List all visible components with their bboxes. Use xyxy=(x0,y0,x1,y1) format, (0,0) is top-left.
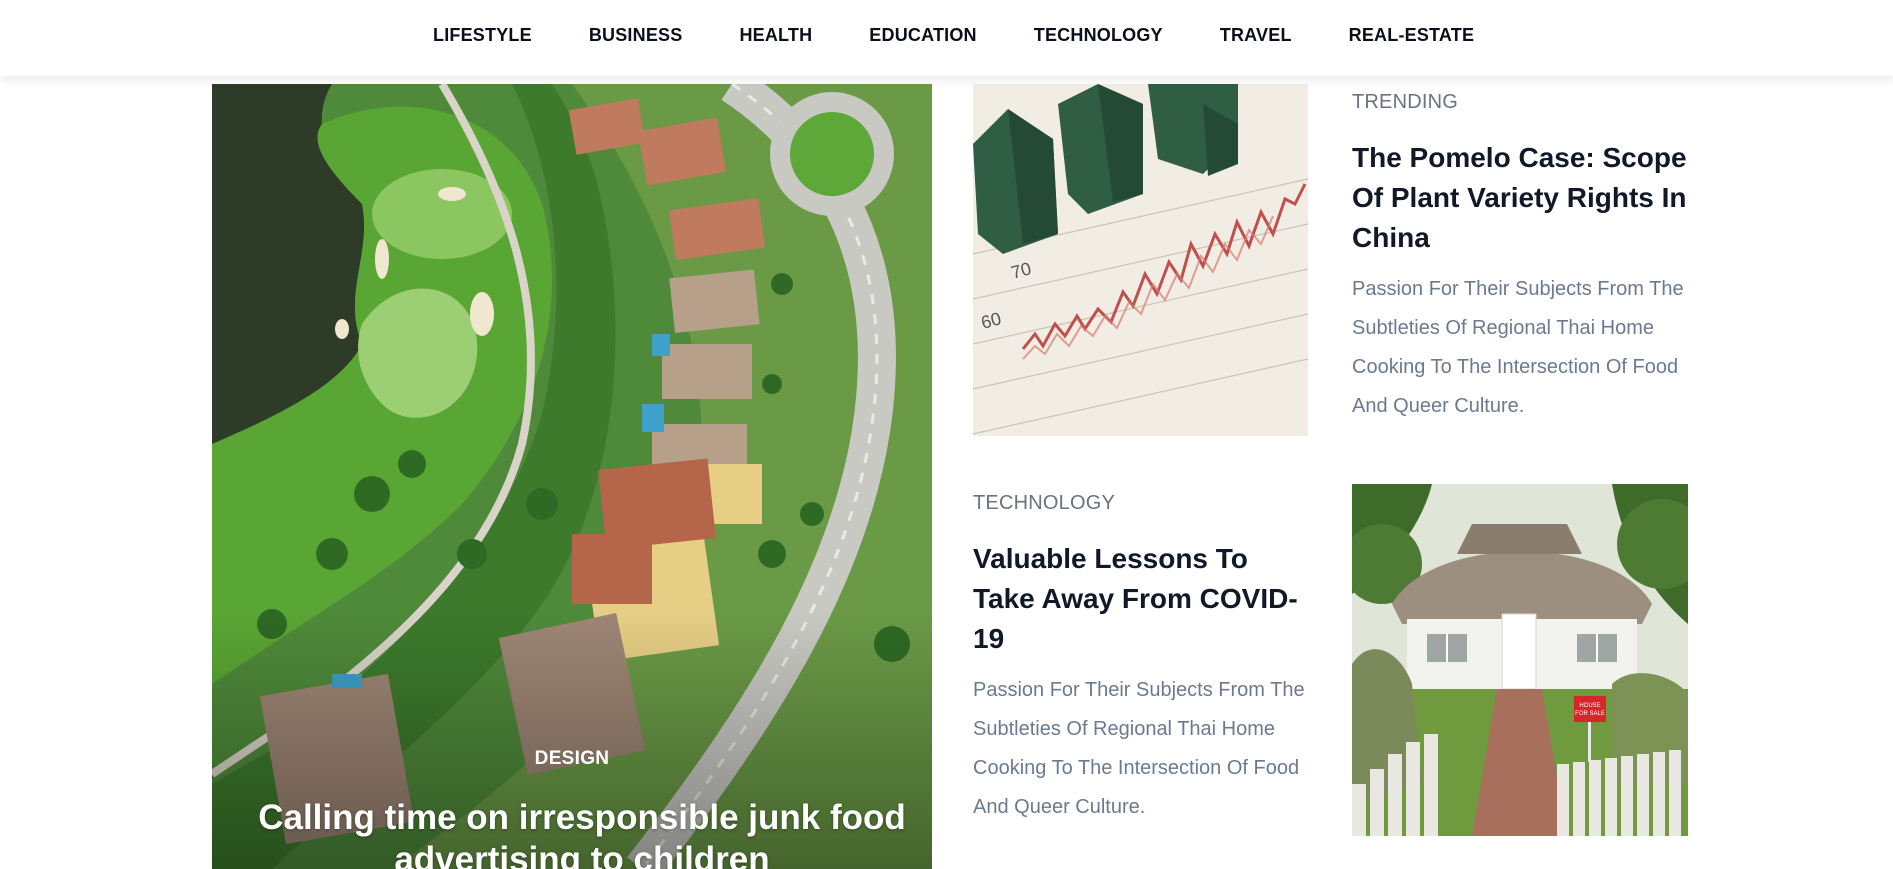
chart-houses-illustration: 70 60 xyxy=(973,84,1308,436)
cottage-illustration: HOUSE FOR SALE xyxy=(1352,484,1688,836)
nav-item-real-estate[interactable]: REAL-ESTATE xyxy=(1349,24,1475,46)
article-title[interactable]: Valuable Lessons To Take Away From COVID… xyxy=(973,539,1313,659)
hero-title[interactable]: Calling time on irresponsible junk food … xyxy=(232,797,932,869)
sign-text-house: HOUSE xyxy=(1579,703,1600,709)
sign-text-for-sale: FOR SALE xyxy=(1575,711,1605,717)
article-card-technology: TECHNOLOGY Valuable Lessons To Take Away… xyxy=(973,491,1313,827)
article-category[interactable]: TECHNOLOGY xyxy=(973,491,1313,515)
hero-category[interactable]: DESIGN xyxy=(212,748,932,770)
article-category[interactable]: TRENDING xyxy=(1352,90,1692,114)
nav-item-lifestyle[interactable]: LIFESTYLE xyxy=(433,24,532,46)
article-excerpt: Passion For Their Subjects From The Subt… xyxy=(973,679,1305,818)
cottage-for-sale-image[interactable]: HOUSE FOR SALE xyxy=(1352,484,1688,836)
nav-item-education[interactable]: EDUCATION xyxy=(869,24,976,46)
article-excerpt: Passion For Their Subjects From The Subt… xyxy=(1352,278,1684,417)
nav-item-travel[interactable]: TRAVEL xyxy=(1220,24,1292,46)
article-card-trending: TRENDING The Pomelo Case: Scope Of Plant… xyxy=(1352,90,1692,426)
nav-item-health[interactable]: HEALTH xyxy=(739,24,812,46)
nav-item-technology[interactable]: TECHNOLOGY xyxy=(1034,24,1163,46)
nav-item-business[interactable]: BUSINESS xyxy=(589,24,683,46)
article-title[interactable]: The Pomelo Case: Scope Of Plant Variety … xyxy=(1352,138,1692,258)
market-chart-image[interactable]: 70 60 xyxy=(973,84,1308,436)
hero-article[interactable]: DESIGN Calling time on irresponsible jun… xyxy=(212,84,932,869)
top-nav: LIFESTYLE BUSINESS HEALTH EDUCATION TECH… xyxy=(0,0,1893,76)
nav-menu: LIFESTYLE BUSINESS HEALTH EDUCATION TECH… xyxy=(433,24,1474,46)
